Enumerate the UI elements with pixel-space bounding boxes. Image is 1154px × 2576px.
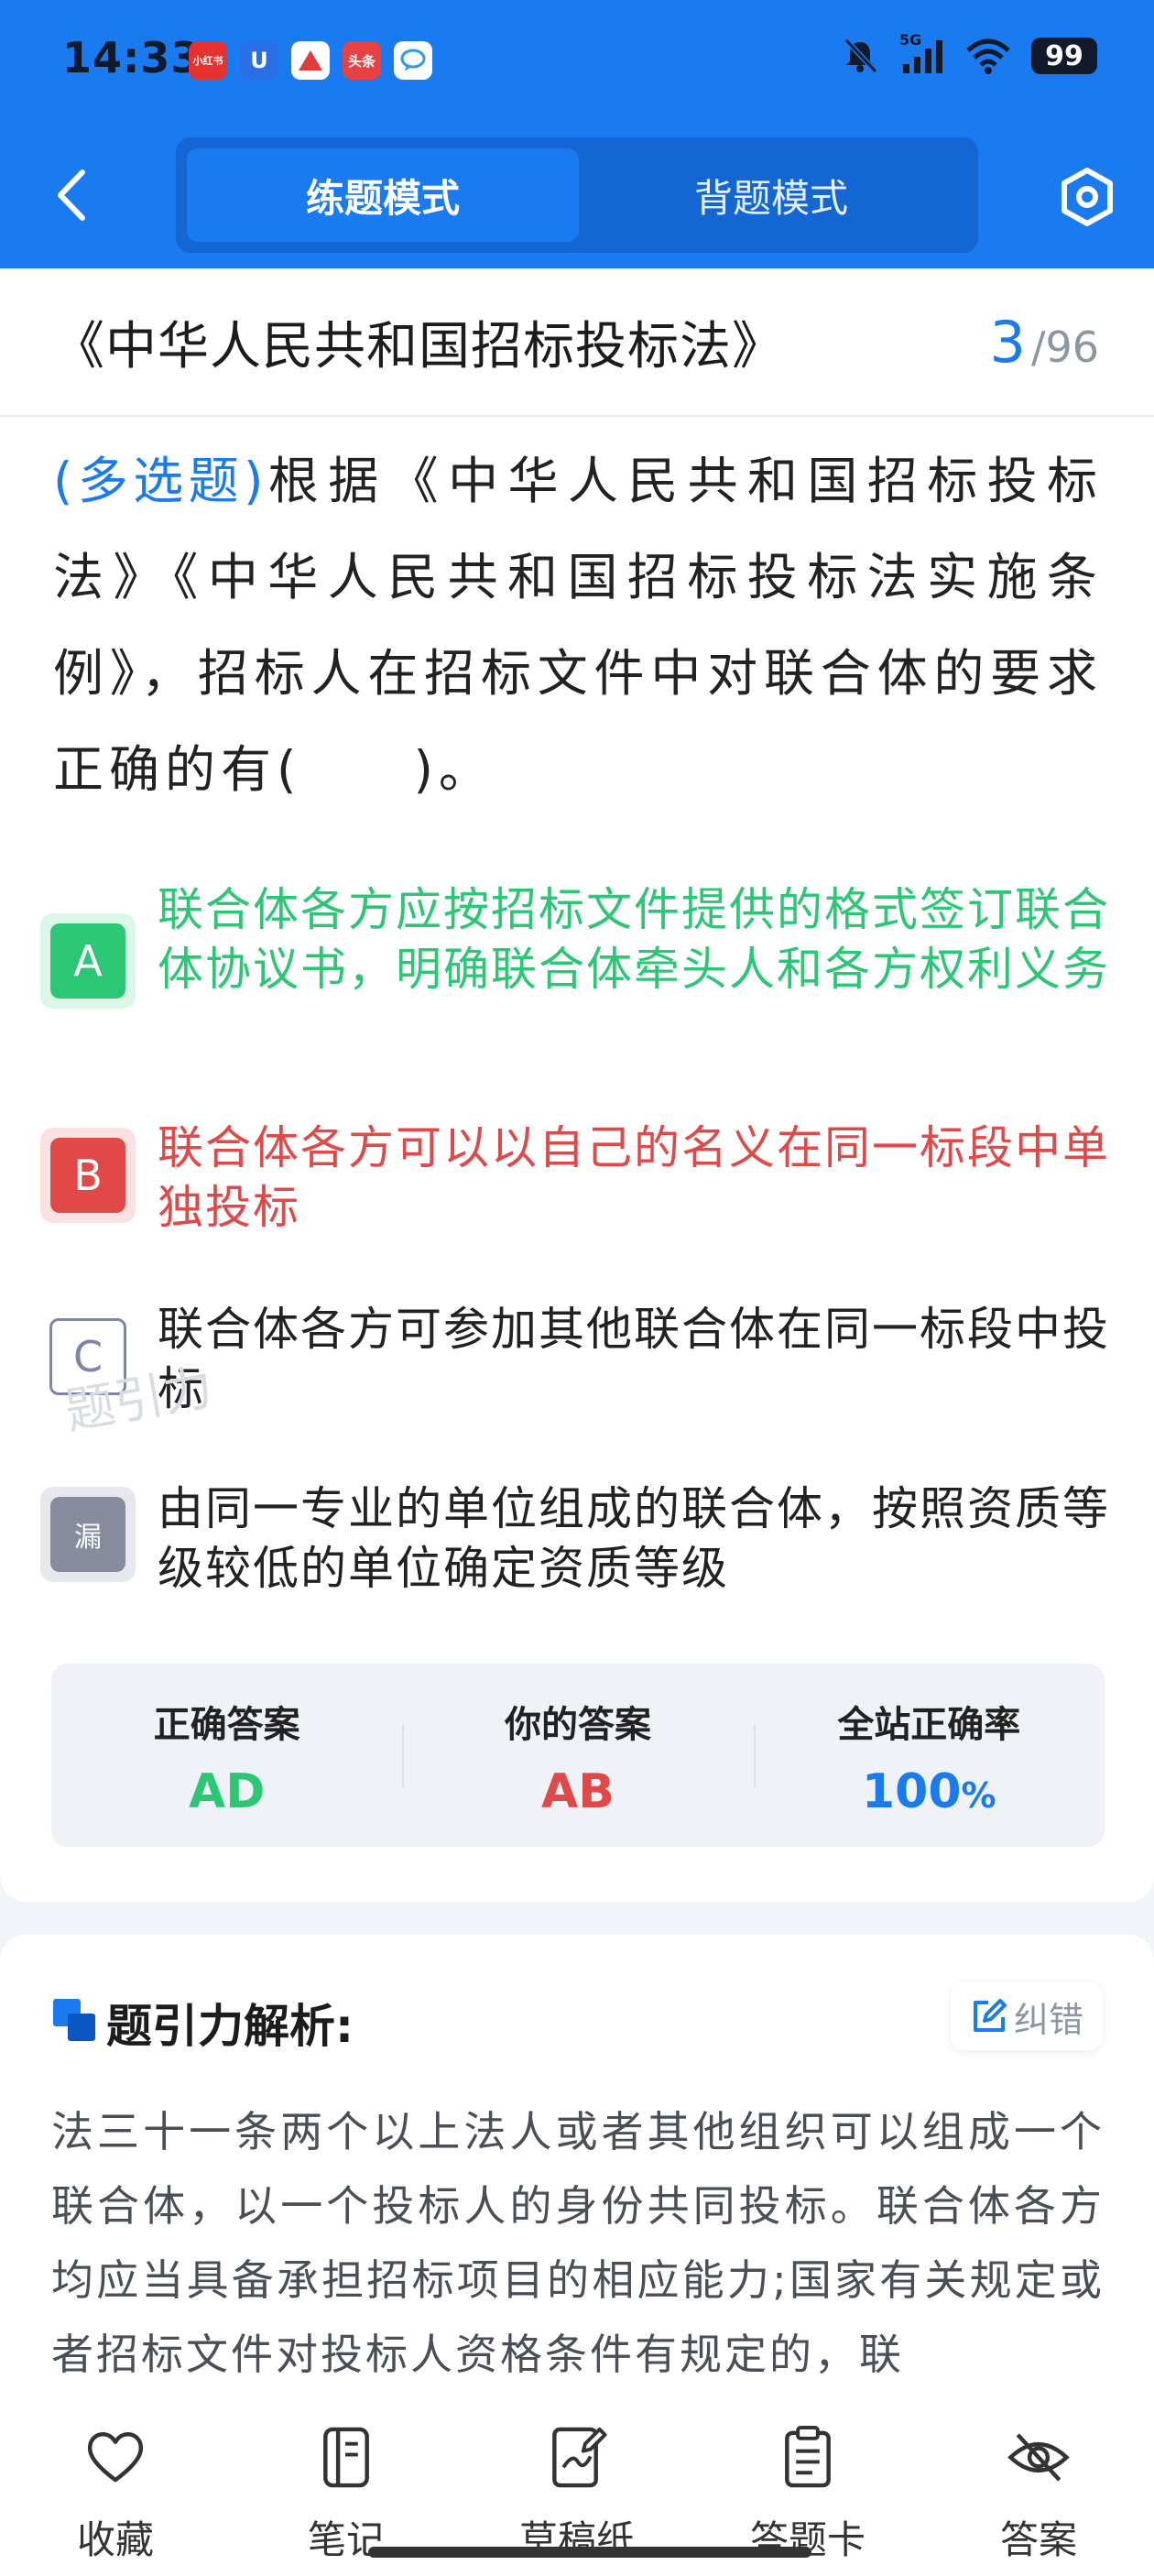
back-button[interactable] — [46, 163, 101, 227]
option-a[interactable]: A 联合体各方应按招标文件提供的格式签订联合体协议书，明确联合体牵头人和各方权利… — [40, 880, 1112, 1009]
clipboard-icon — [785, 2426, 831, 2488]
answer-sheet-button[interactable]: 答题卡 — [692, 2400, 923, 2565]
law-header: 《中华人民共和国招标投标法》 3/96 — [0, 268, 1154, 417]
wifi-icon — [966, 38, 1010, 74]
answer-summary: 正确答案 AD 你的答案 AB 全站正确率 100% — [51, 1664, 1105, 1847]
notes-button[interactable]: 笔记 — [231, 2400, 462, 2565]
favorite-label: 收藏 — [76, 2517, 154, 2562]
report-error-button[interactable]: 纠错 — [951, 1982, 1103, 2050]
draft-icon — [552, 2427, 607, 2488]
option-b-badge: B — [50, 1138, 125, 1213]
accuracy-value-wrap: 100% — [862, 1764, 996, 1819]
option-c-text: 联合体各方可参加其他联合体在同一标段中投标 — [158, 1303, 1110, 1415]
chevron-left-icon — [58, 169, 85, 221]
option-a-text: 联合体各方应按招标文件提供的格式签订联合体协议书，明确联合体牵头人和各方权利义务 — [158, 883, 1110, 996]
report-error-label: 纠错 — [1013, 1999, 1083, 2040]
analysis-title: 题引力解析: — [106, 2000, 354, 2053]
notebook-icon — [323, 2427, 369, 2488]
mode-switch: 练题模式 背题模式 — [176, 137, 978, 253]
option-a-badge: A — [50, 923, 125, 999]
accuracy-value: 100 — [862, 1764, 962, 1819]
toutiao-icon: 头条 — [343, 41, 381, 80]
option-b[interactable]: B 联合体各方可以以自己的名义在同一标段中单独投标 — [40, 1119, 1112, 1238]
nav-row: 练题模式 背题模式 — [0, 137, 1154, 257]
option-d-badge-bg: 漏 — [40, 1487, 136, 1582]
law-title: 《中华人民共和国招标投标法》 — [53, 317, 784, 377]
heart-icon — [87, 2432, 144, 2483]
analysis-text: 法三十一条两个以上法人或者其他组织可以组成一个联合体，以一个投标人的身份共同投标… — [51, 2107, 1105, 2379]
question-text: (多选题)根据《中华人民共和国招标投标法》《中华人民共和国招标投标法实施条例》，… — [53, 433, 1103, 818]
correct-answer-value: AD — [188, 1764, 266, 1819]
analysis-squares-icon — [53, 1999, 95, 2041]
tab-memorize-mode[interactable]: 背题模式 — [575, 148, 967, 242]
your-answer-value: AB — [541, 1764, 615, 1819]
home-indicator[interactable] — [368, 2547, 811, 2558]
option-b-text: 联合体各方可以以自己的名义在同一标段中单独投标 — [158, 1121, 1110, 1234]
eye-off-icon — [1007, 2433, 1070, 2482]
question-counter: 3/96 — [990, 309, 1100, 376]
option-d[interactable]: 漏 由同一专业的单位组成的联合体，按照资质等级较低的单位确定资质等级 — [40, 1479, 1112, 1599]
red-app-icon — [291, 41, 330, 80]
favorite-button[interactable]: 收藏 — [0, 2400, 231, 2565]
xiaohongshu-icon: 小红书 — [189, 41, 227, 80]
accuracy-unit: % — [961, 1775, 996, 1816]
your-answer-col: 你的答案 AB — [402, 1664, 753, 1847]
question-type: (多选题) — [53, 452, 265, 510]
option-d-missed-badge: 漏 — [50, 1497, 125, 1572]
status-right: 5G 99 — [841, 31, 1097, 75]
tab-practice-mode[interactable]: 练题模式 — [187, 148, 579, 242]
total-question-count: 96 — [1045, 322, 1099, 372]
status-bar: 14:33 小红书 U 头条 5G 99 — [0, 0, 1154, 124]
answer-button[interactable]: 答案 — [923, 2400, 1154, 2565]
status-time: 14:33 — [62, 33, 201, 82]
question-card: 《中华人民共和国招标投标法》 3/96 (多选题)根据《中华人民共和国招标投标法… — [0, 268, 1154, 1902]
draft-paper-button[interactable]: 草稿纸 — [462, 2400, 692, 2565]
top-bar: 14:33 小红书 U 头条 5G 99 练题模式 背题模式 — [0, 0, 1154, 268]
chat-app-icon — [394, 41, 432, 80]
option-a-badge-bg: A — [40, 913, 136, 1009]
bell-muted-icon — [844, 38, 878, 74]
answer-label: 答案 — [999, 2517, 1077, 2562]
notification-app-icons: 小红书 U 头条 — [189, 41, 432, 80]
gear-icon — [1061, 168, 1113, 226]
accuracy-label: 全站正确率 — [837, 1704, 1021, 1746]
correct-answer-col: 正确答案 AD — [51, 1664, 402, 1847]
bottom-toolbar: 收藏 笔记 草稿纸 答题卡 答案 — [0, 2400, 1154, 2565]
accuracy-col: 全站正确率 100% — [753, 1664, 1105, 1847]
edit-icon — [973, 1999, 1007, 2032]
option-d-text: 由同一专业的单位组成的联合体，按照资质等级较低的单位确定资质等级 — [158, 1482, 1110, 1595]
signal-icon: 5G — [899, 31, 945, 75]
settings-button[interactable] — [1055, 165, 1119, 229]
option-b-badge-bg: B — [40, 1128, 136, 1223]
current-question-number: 3 — [989, 309, 1026, 376]
shield-app-icon: U — [240, 41, 278, 80]
counter-separator: / — [1030, 322, 1046, 372]
correct-answer-label: 正确答案 — [153, 1704, 300, 1746]
your-answer-label: 你的答案 — [504, 1704, 651, 1746]
battery-indicator: 99 — [1031, 38, 1097, 74]
